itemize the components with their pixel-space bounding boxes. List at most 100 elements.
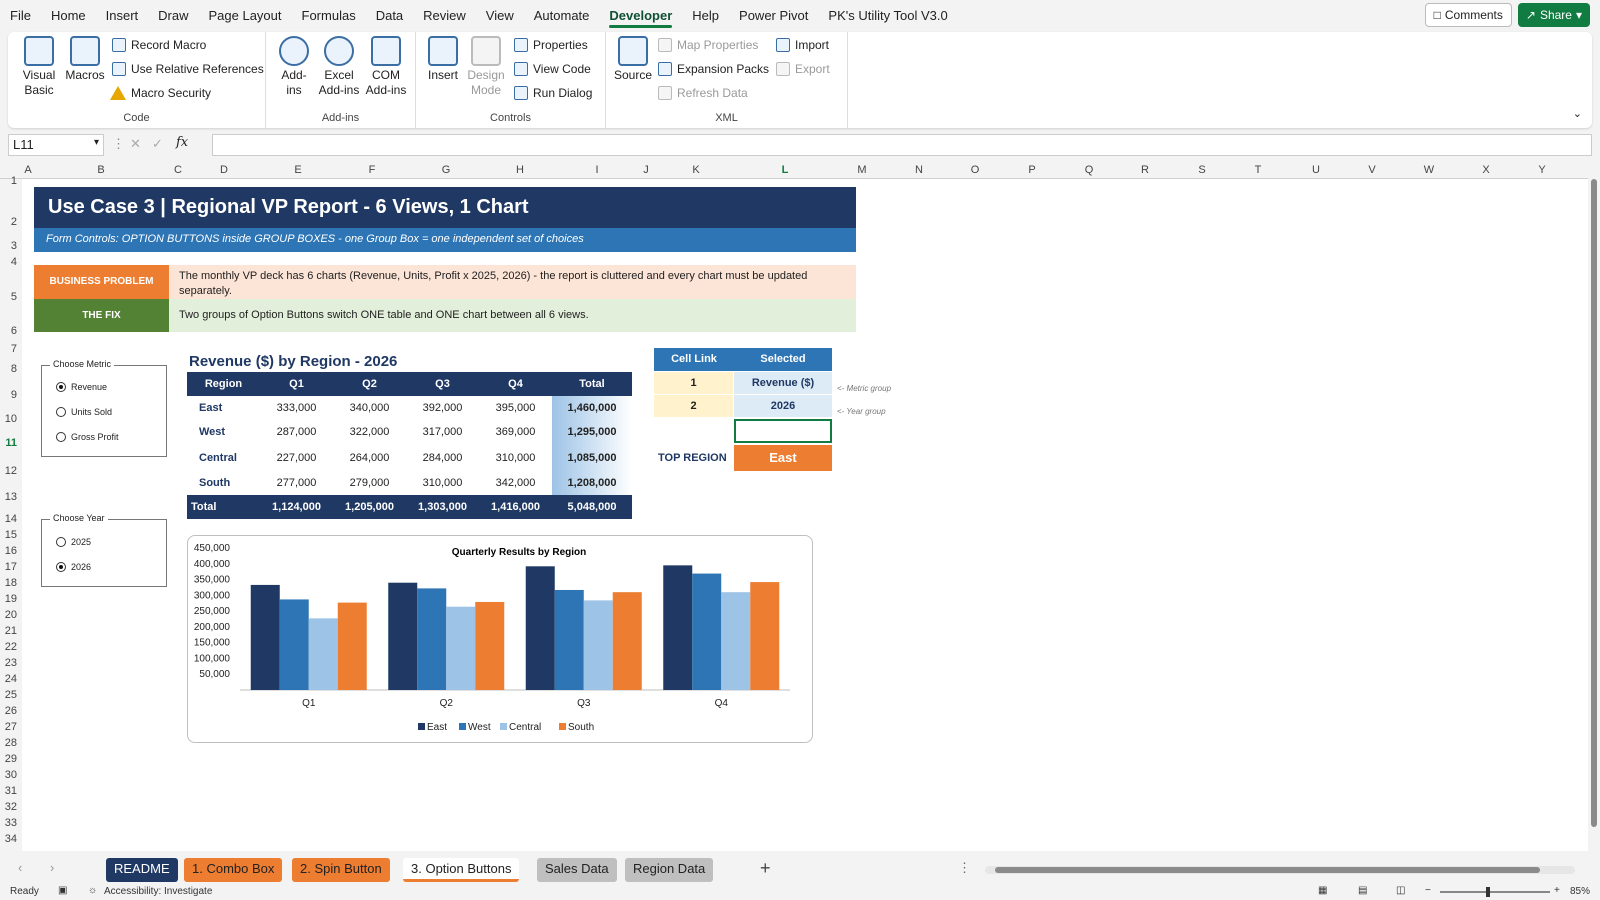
row-header[interactable]: 33 (5, 817, 17, 829)
properties-button[interactable]: Properties (514, 38, 588, 52)
column-header[interactable]: Y (1538, 164, 1545, 176)
column-header[interactable]: E (294, 164, 301, 176)
table-cell[interactable]: 1,416,000 (479, 495, 552, 519)
row-header[interactable]: 17 (5, 561, 17, 573)
metric-selected-value[interactable]: Revenue ($) (734, 372, 832, 394)
tab-draw[interactable]: Draw (148, 0, 198, 32)
zoom-slider[interactable] (1440, 887, 1550, 897)
row-header[interactable]: 28 (5, 737, 17, 749)
year-selected-value[interactable]: 2026 (734, 395, 832, 417)
column-header[interactable]: G (442, 164, 451, 176)
row-header[interactable]: 10 (5, 413, 17, 425)
source-button[interactable]: Source (614, 36, 652, 83)
row-header[interactable]: 11 (5, 437, 17, 449)
sheet-tab-option-buttons[interactable]: 3. Option Buttons (403, 858, 520, 882)
row-header[interactable]: 12 (5, 465, 17, 477)
table-cell[interactable]: 342,000 (479, 471, 552, 495)
column-header[interactable]: V (1368, 164, 1375, 176)
table-cell[interactable]: 310,000 (406, 471, 479, 495)
column-header[interactable]: H (516, 164, 524, 176)
page-break-icon[interactable]: ◫ (1396, 885, 1405, 896)
worksheet-grid[interactable]: Use Case 3 | Regional VP Report - 6 View… (22, 179, 1588, 851)
record-macro-button[interactable]: Record Macro (112, 38, 206, 52)
column-header[interactable]: Q (1085, 164, 1094, 176)
row-header[interactable]: 15 (5, 529, 17, 541)
row-header[interactable]: 26 (5, 705, 17, 717)
table-cell[interactable]: 340,000 (333, 396, 406, 420)
active-cell-l11[interactable] (734, 419, 832, 443)
tab-formulas[interactable]: Formulas (292, 0, 366, 32)
table-cell[interactable]: 1,205,000 (333, 495, 406, 519)
option-2026[interactable]: 2026 (56, 562, 91, 572)
row-header[interactable]: 14 (5, 513, 17, 525)
export-button[interactable]: Export (776, 62, 830, 76)
column-header[interactable]: R (1141, 164, 1149, 176)
row-header[interactable]: 6 (11, 325, 17, 337)
chevron-down-icon[interactable]: ▾ (94, 137, 99, 148)
table-cell[interactable]: 1,460,000 (552, 396, 632, 420)
table-cell[interactable]: 1,085,000 (552, 444, 632, 471)
table-cell[interactable]: West (187, 420, 260, 444)
scroll-left-icon[interactable]: ‹ (18, 860, 22, 875)
table-cell[interactable]: 369,000 (479, 420, 552, 444)
tab-developer[interactable]: Developer (599, 0, 682, 32)
column-header[interactable]: I (595, 164, 598, 176)
row-header[interactable]: 7 (11, 343, 17, 355)
scroll-thumb[interactable] (1591, 179, 1597, 827)
row-header[interactable]: 24 (5, 673, 17, 685)
zoom-out-icon[interactable]: − (1425, 885, 1431, 896)
com-addins-button[interactable]: COM Add-ins (364, 36, 408, 98)
table-cell[interactable]: 395,000 (479, 396, 552, 420)
enter-icon[interactable]: ✓ (152, 136, 163, 152)
column-header[interactable]: C (174, 164, 182, 176)
design-mode-button[interactable]: Design Mode (466, 36, 506, 98)
map-properties-button[interactable]: Map Properties (658, 38, 758, 52)
zoom-in-icon[interactable]: + (1554, 885, 1560, 896)
option-2025[interactable]: 2025 (56, 537, 91, 547)
option-gross-profit[interactable]: Gross Profit (56, 432, 119, 442)
top-region-value[interactable]: East (734, 445, 832, 471)
scroll-right-icon[interactable]: › (50, 860, 54, 875)
row-header[interactable]: 21 (5, 625, 17, 637)
row-header[interactable]: 2 (11, 216, 17, 228)
option-units-sold[interactable]: Units Sold (56, 407, 112, 417)
row-header[interactable]: 1 (11, 175, 17, 187)
row-header[interactable]: 30 (5, 769, 17, 781)
metric-link-value[interactable]: 1 (654, 372, 733, 394)
visual-basic-button[interactable]: Visual Basic (18, 36, 60, 98)
row-header[interactable]: 34 (5, 833, 17, 845)
table-cell[interactable]: Total (187, 495, 260, 519)
table-cell[interactable]: 1,295,000 (552, 420, 632, 444)
table-cell[interactable]: 317,000 (406, 420, 479, 444)
tab-file[interactable]: File (0, 0, 41, 32)
table-cell[interactable]: 227,000 (260, 444, 333, 471)
accessibility-status[interactable]: Accessibility: Investigate (104, 886, 212, 897)
column-header[interactable]: U (1312, 164, 1320, 176)
row-header[interactable]: 27 (5, 721, 17, 733)
column-header[interactable]: J (643, 164, 649, 176)
row-header[interactable]: 19 (5, 593, 17, 605)
table-cell[interactable]: 322,000 (333, 420, 406, 444)
scroll-thumb[interactable] (995, 867, 1540, 873)
row-header[interactable]: 20 (5, 609, 17, 621)
normal-view-icon[interactable]: ▦ (1318, 885, 1327, 896)
sheet-tab-readme[interactable]: README (106, 858, 178, 882)
table-cell[interactable]: 1,124,000 (260, 495, 333, 519)
column-header[interactable]: T (1255, 164, 1262, 176)
tab-page-layout[interactable]: Page Layout (199, 0, 292, 32)
insert-function-icon[interactable]: fx (176, 135, 188, 150)
tab-home[interactable]: Home (41, 0, 96, 32)
column-header[interactable]: L (782, 164, 789, 176)
insert-control-button[interactable]: Insert (424, 36, 462, 83)
table-cell[interactable]: 310,000 (479, 444, 552, 471)
macros-button[interactable]: Macros (64, 36, 106, 83)
column-header[interactable]: F (369, 164, 376, 176)
row-header[interactable]: 32 (5, 801, 17, 813)
row-header[interactable]: 18 (5, 577, 17, 589)
expansion-packs-button[interactable]: Expansion Packs (658, 62, 769, 76)
refresh-data-button[interactable]: Refresh Data (658, 86, 748, 100)
macro-security-button[interactable]: Macro Security (110, 86, 211, 100)
sheet-tab-sales-data[interactable]: Sales Data (537, 858, 617, 882)
table-cell[interactable]: 279,000 (333, 471, 406, 495)
cancel-icon[interactable]: ✕ (130, 136, 141, 152)
